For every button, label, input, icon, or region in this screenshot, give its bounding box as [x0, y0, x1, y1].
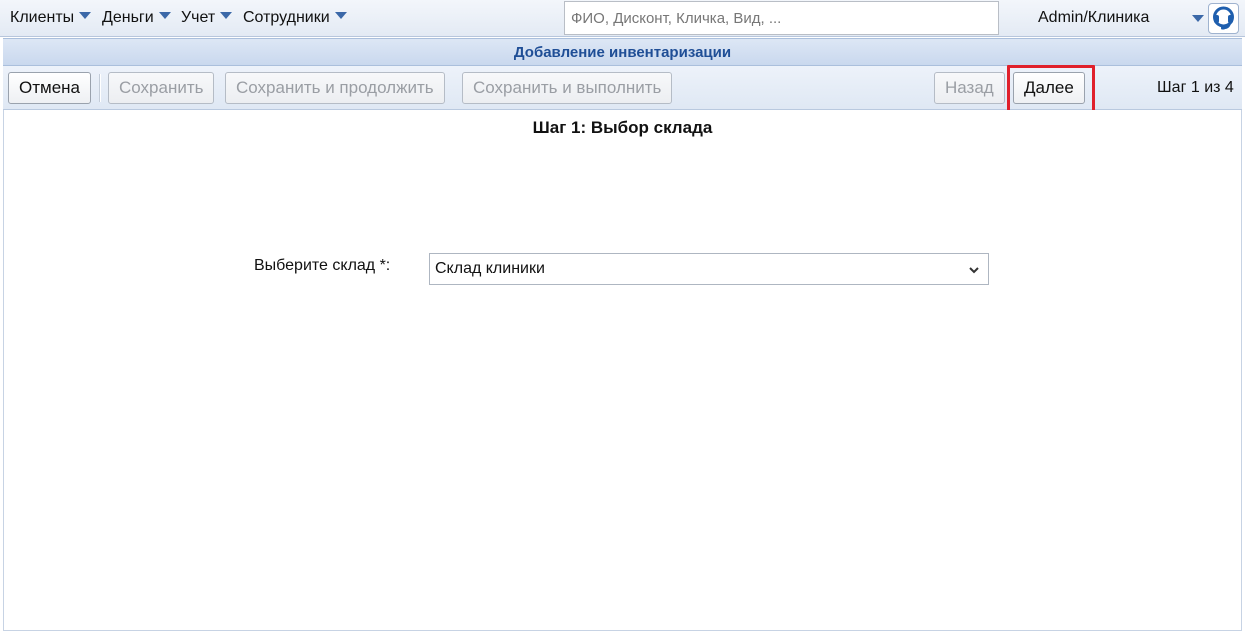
- save-and-execute-button[interactable]: Сохранить и выполнить: [462, 72, 673, 104]
- warehouse-select[interactable]: Склад клиники: [429, 253, 989, 285]
- top-menu-bar: Клиенты Деньги Учет Сотрудники Admin/Кли…: [0, 0, 1245, 37]
- save-and-continue-button[interactable]: Сохранить и продолжить: [225, 72, 445, 104]
- menu-item-label: Сотрудники: [243, 9, 330, 26]
- user-menu-chevron-icon[interactable]: [1192, 15, 1204, 22]
- next-button[interactable]: Далее: [1013, 72, 1085, 104]
- warehouse-field-label: Выберите склад *:: [254, 257, 391, 274]
- user-label: Admin/Клиника: [1038, 9, 1150, 26]
- chevron-down-icon: [334, 12, 347, 19]
- save-button[interactable]: Сохранить: [108, 72, 215, 104]
- chevron-down-icon: [969, 267, 979, 274]
- chevron-down-icon: [79, 12, 92, 19]
- chevron-down-icon: [158, 12, 171, 19]
- menu-item-label: Клиенты: [10, 9, 75, 26]
- step-title: Шаг 1: Выбор склада: [532, 118, 713, 137]
- toolbar-separator: [99, 74, 101, 102]
- menu-item-employees[interactable]: Сотрудники: [243, 9, 347, 27]
- chevron-down-icon: [220, 12, 233, 19]
- menu-item-label: Учет: [181, 9, 216, 26]
- step-indicator: Шаг 1 из 4: [1157, 79, 1234, 96]
- search-input[interactable]: [564, 1, 999, 35]
- wizard-content: Шаг 1: Выбор склада Выберите склад *: Ск…: [3, 110, 1242, 631]
- menu-item-label: Деньги: [102, 9, 154, 26]
- back-button[interactable]: Назад: [934, 72, 1005, 104]
- support-headset-icon[interactable]: [1208, 3, 1239, 34]
- menu-item-accounting[interactable]: Учет: [181, 9, 233, 27]
- warehouse-select-value: Склад клиники: [435, 260, 545, 277]
- cancel-button[interactable]: Отмена: [8, 72, 91, 104]
- menu-item-money[interactable]: Деньги: [102, 9, 171, 27]
- wizard-toolbar: Отмена Сохранить Сохранить и продолжить …: [3, 66, 1242, 110]
- page-title-bar: Добавление инвентаризации: [3, 38, 1242, 66]
- menu-item-clients[interactable]: Клиенты: [10, 9, 92, 27]
- page-title: Добавление инвентаризации: [513, 44, 732, 61]
